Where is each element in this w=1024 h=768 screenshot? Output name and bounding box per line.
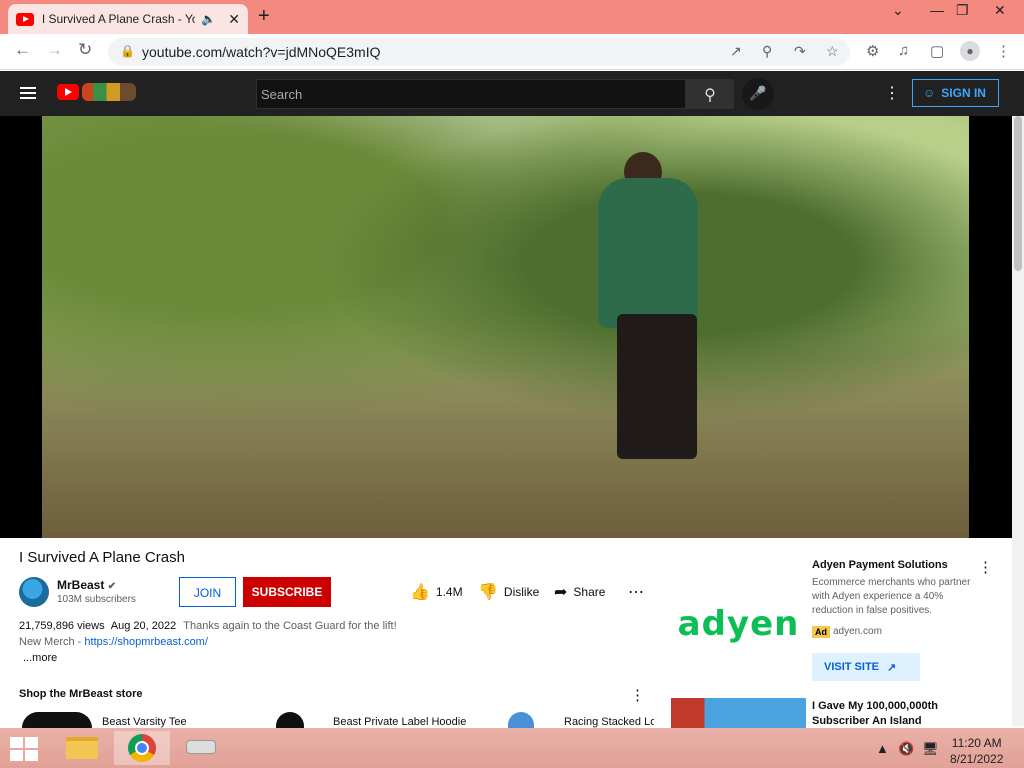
volume-muted-icon[interactable]: 🔇 [898,741,914,757]
youtube-doodle-logo[interactable] [82,83,136,101]
page-scrollbar[interactable] [1012,116,1024,726]
view-count: 21,759,896 views [19,620,105,632]
account-circle-icon: ☺ [923,86,936,100]
subscriber-count: 103M subscribers [57,594,136,605]
share-button[interactable]: ➦ Share [554,582,605,602]
video-person-shirt [598,178,698,328]
show-hidden-icons-icon[interactable]: ▲ [876,741,889,756]
media-control-icon[interactable]: ♫ [898,42,909,59]
merch-label: New Merch - [19,636,85,648]
bookmark-star-icon[interactable]: ☆ [826,43,839,60]
side-panel-icon[interactable]: ▢ [930,42,944,60]
product-thumbnail[interactable] [276,712,304,728]
store-menu-icon[interactable]: ⋮ [630,686,645,704]
chrome-taskbar-icon[interactable] [114,731,170,765]
zoom-icon[interactable]: ⚲ [762,43,772,60]
product-title[interactable]: Beast Varsity Tee [102,716,187,728]
reload-icon[interactable]: ↻ [78,40,92,60]
lock-icon[interactable]: 🔒 [120,44,135,58]
new-tab-button[interactable]: + [258,5,270,28]
upload-date: Aug 20, 2022 [110,620,177,632]
address-bar[interactable]: 🔒 youtube.com/watch?v=jdMNoQE3mIQ ↗ ⚲ ↷ … [108,38,850,66]
adyen-logo: adyen [677,604,800,644]
ad-image[interactable]: adyen [671,558,806,690]
search-icon[interactable]: ⚲ [686,79,734,109]
tab-search-icon[interactable]: ⌄ [892,2,904,19]
store-heading: Shop the MrBeast store [19,688,143,700]
external-link-icon: ↗ [887,661,897,674]
windows-start-icon[interactable] [10,737,38,761]
ad-badge: Ad [812,626,830,638]
clock-date: 8/21/2022 [950,752,1004,766]
share-page-icon[interactable]: ↷ [794,43,806,60]
dislike-button[interactable]: 👎 Dislike [478,582,539,602]
channel-avatar[interactable] [19,577,49,607]
game-taskbar-icon[interactable] [174,731,230,765]
sign-in-label: SIGN IN [941,86,986,100]
close-window-button[interactable]: ✕ [994,2,1006,19]
restore-button[interactable]: ❐ [956,2,969,19]
back-icon[interactable]: ← [14,40,31,60]
youtube-logo-icon[interactable] [57,84,79,100]
recommended-video-thumbnail[interactable] [671,698,806,728]
video-title: I Survived A Plane Crash [19,549,185,566]
tab-title: I Survived A Plane Crash - YouTube [41,12,196,26]
forward-icon[interactable]: → [46,40,63,60]
minimize-button[interactable]: — [930,2,944,18]
show-more-link[interactable]: ...more [23,652,57,664]
clock-time: 11:20 AM [951,736,1002,750]
browser-tab[interactable]: I Survived A Plane Crash - YouTube 🔈 ✕ [8,4,248,34]
scrollbar-thumb[interactable] [1014,116,1022,271]
product-thumbnail[interactable] [22,712,92,728]
thumbs-up-icon: 👍 [410,584,430,601]
verified-check-icon: ✔ [107,581,117,592]
profile-icon[interactable]: ● [960,41,980,61]
sign-in-button[interactable]: ☺ SIGN IN [912,79,999,107]
recommended-video-title[interactable]: I Gave My 100,000,000th Subscriber An Is… [812,699,962,729]
ad-title[interactable]: Adyen Payment Solutions [812,559,948,571]
visit-site-button[interactable]: VISIT SITE ↗ [812,653,920,681]
merch-line: New Merch - https://shopmrbeast.com/ [19,636,208,648]
close-tab-icon[interactable]: ✕ [228,11,240,28]
dislike-label: Dislike [503,585,540,599]
settings-kebab-icon[interactable]: ⋮ [884,83,900,103]
url-text: youtube.com/watch?v=jdMNoQE3mIQ [142,44,381,60]
search-input[interactable]: Search [256,79,686,109]
open-in-app-icon[interactable]: ↗ [730,43,742,60]
taskbar-clock[interactable]: 11:20 AM 8/21/2022 [950,735,1003,767]
chrome-menu-icon[interactable]: ⋮ [996,42,1011,60]
more-actions-icon[interactable]: ⋯ [628,582,644,602]
description-text: Thanks again to the Coast Guard for the … [183,620,397,632]
ad-description: Ecommerce merchants who partner with Ady… [812,577,971,616]
channel-name-text: MrBeast [57,578,105,592]
video-player[interactable] [0,116,1012,538]
channel-name[interactable]: MrBeast ✔ [57,578,116,592]
merch-link[interactable]: https://shopmrbeast.com/ [84,636,208,648]
youtube-favicon-icon [16,12,34,26]
share-arrow-icon: ➦ [554,584,568,601]
network-icon[interactable]: 🖥 [922,741,939,757]
join-button[interactable]: JOIN [179,577,236,607]
microphone-icon[interactable]: 🎤 [742,78,774,110]
tab-strip: I Survived A Plane Crash - YouTube 🔈 ✕ +… [0,0,1024,34]
ad-domain: adyen.com [833,626,882,637]
thumbs-down-icon: 👎 [478,584,498,601]
product-thumbnail[interactable] [508,712,534,728]
extensions-icon[interactable]: ⚙ [866,42,879,60]
youtube-header: Search ⚲ 🎤 ⋮ [0,71,1024,116]
ad-menu-icon[interactable]: ⋮ [978,558,993,576]
speaker-icon[interactable]: 🔈 [201,12,216,26]
share-label: Share [573,585,606,599]
video-frame[interactable] [42,116,969,538]
product-title[interactable]: Beast Private Label Hoodie [333,716,466,728]
file-explorer-icon[interactable] [56,731,112,765]
video-description[interactable]: 21,759,896 views Aug 20, 2022 Thanks aga… [19,620,397,632]
video-person-legs [617,314,697,459]
subscribe-button[interactable]: SUBSCRIBE [243,577,331,607]
product-title[interactable]: Racing Stacked Lo [564,716,654,728]
like-button[interactable]: 👍 1.4M [410,582,463,602]
hamburger-menu-icon[interactable] [20,87,36,99]
visit-site-label: VISIT SITE [824,661,880,673]
like-count: 1.4M [435,585,463,599]
